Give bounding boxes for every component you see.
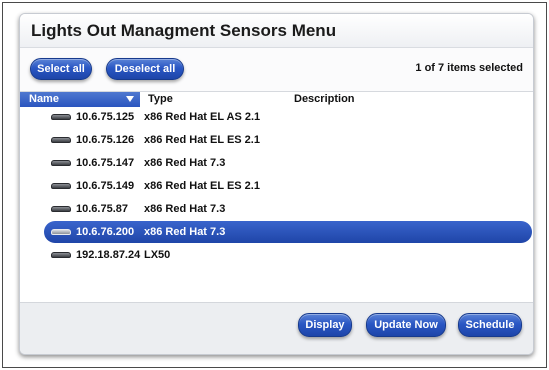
row-type: x86 Red Hat 7.3 (144, 157, 226, 169)
deselect-all-button[interactable]: Deselect all (106, 58, 184, 80)
column-header-type[interactable]: Type (148, 92, 173, 107)
row-type: x86 Red Hat EL ES 2.1 (144, 134, 260, 146)
row-name: 10.6.75.126 (76, 134, 135, 146)
row-type: x86 Red Hat 7.3 (144, 226, 226, 238)
row-type: x86 Red Hat EL ES 2.1 (144, 180, 260, 192)
selection-status: 1 of 7 items selected (415, 62, 523, 74)
table-row[interactable]: 192.18.87.24 LX50 (20, 244, 533, 266)
table-body: 10.6.75.125 x86 Red Hat EL AS 2.1 10.6.7… (20, 106, 533, 306)
row-name: 10.6.75.87 (76, 203, 128, 215)
display-button[interactable]: Display (298, 313, 352, 337)
window-frame: Lights Out Managment Sensors Menu Select… (2, 2, 547, 368)
schedule-button[interactable]: Schedule (458, 313, 522, 337)
disk-icon (51, 183, 71, 189)
row-type: LX50 (144, 249, 171, 261)
table-row[interactable]: 10.6.75.87 x86 Red Hat 7.3 (20, 198, 533, 220)
disk-icon (51, 206, 71, 212)
sensors-panel: Lights Out Managment Sensors Menu Select… (19, 13, 534, 355)
row-name: 10.6.75.147 (76, 157, 135, 169)
table-row[interactable]: 10.6.75.147 x86 Red Hat 7.3 (20, 152, 533, 174)
select-all-button[interactable]: Select all (30, 58, 92, 80)
action-bar: Display Update Now Schedule (20, 302, 533, 354)
table-row[interactable]: 10.6.75.149 x86 Red Hat EL ES 2.1 (20, 175, 533, 197)
row-name: 10.6.75.125 (76, 111, 135, 123)
row-name: 10.6.75.149 (76, 180, 135, 192)
disk-icon (51, 137, 71, 143)
row-type: x86 Red Hat 7.3 (144, 203, 226, 215)
row-name: 10.6.76.200 (76, 226, 135, 238)
disk-icon (51, 114, 71, 120)
table-row[interactable]: 10.6.75.126 x86 Red Hat EL ES 2.1 (20, 129, 533, 151)
row-type: x86 Red Hat EL AS 2.1 (144, 111, 261, 123)
panel-header: Lights Out Managment Sensors Menu (20, 14, 533, 48)
table-row-selected[interactable]: 10.6.76.200 x86 Red Hat 7.3 (44, 221, 532, 243)
sort-down-icon (126, 96, 134, 102)
update-now-button[interactable]: Update Now (366, 313, 446, 337)
page-title: Lights Out Managment Sensors Menu (31, 21, 337, 40)
disk-icon (51, 160, 71, 166)
disk-icon (51, 252, 71, 258)
table-row[interactable]: 10.6.75.125 x86 Red Hat EL AS 2.1 (20, 106, 533, 128)
table-header: Name Type Description (20, 91, 533, 107)
column-header-description[interactable]: Description (294, 92, 355, 107)
column-header-name[interactable]: Name (20, 92, 140, 107)
column-header-name-label: Name (29, 93, 59, 105)
row-name: 192.18.87.24 (76, 249, 141, 261)
disk-icon (51, 229, 71, 235)
